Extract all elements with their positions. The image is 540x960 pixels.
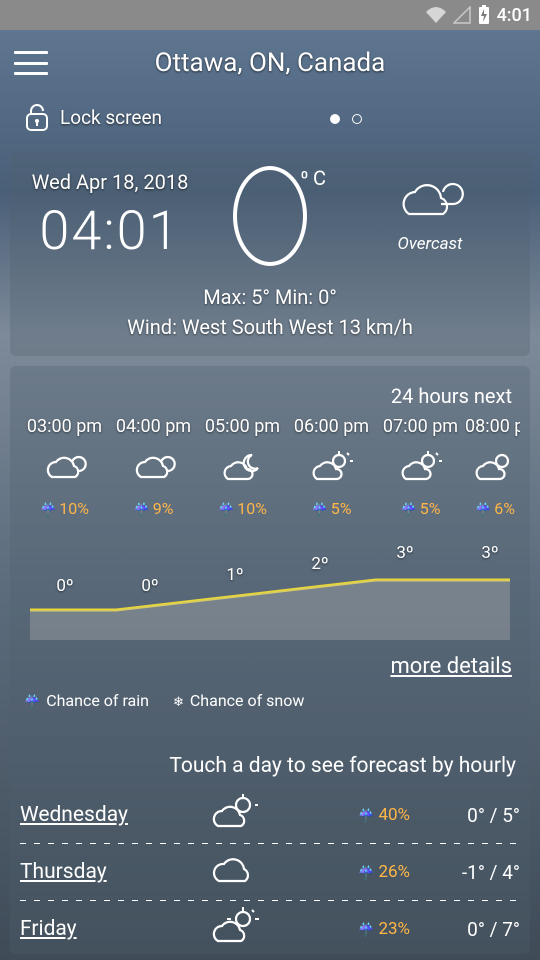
hourly-col: 04:00 pm ☔9% xyxy=(109,416,198,518)
current-temp: ⁰ C xyxy=(200,166,340,266)
lock-icon[interactable] xyxy=(24,102,50,132)
partly-cloudy-night-icon xyxy=(220,451,266,485)
day-range: 0° / 5° xyxy=(410,804,520,827)
graph-point-label: 2º xyxy=(311,554,328,574)
daily-row[interactable]: Friday ☔23% 0° / 7° xyxy=(20,904,520,954)
current-conditions-card[interactable]: Wed Apr 18, 2018 04:01 ⁰ C Overcast Max:… xyxy=(10,152,530,356)
graph-point-label: 1º xyxy=(226,565,243,585)
day-range: 0° / 7° xyxy=(410,918,520,941)
daily-row[interactable]: Thursday ☔26% -1° / 4° xyxy=(20,847,520,897)
hourly-time: 07:00 pm xyxy=(376,416,465,437)
hourly-time: 05:00 pm xyxy=(198,416,287,437)
cloud-icon xyxy=(42,453,88,483)
hourly-time: 08:00 pm xyxy=(465,416,520,437)
cloud-icon xyxy=(209,853,261,887)
hourly-col: 03:00 pm ☔10% xyxy=(20,416,109,518)
menu-icon[interactable] xyxy=(14,51,48,75)
graph-point-label: 0º xyxy=(141,576,158,596)
partly-sunny-icon xyxy=(472,451,518,485)
day-precip: ☔23% xyxy=(300,919,410,939)
day-precip: ☔26% xyxy=(300,862,410,882)
current-date: Wed Apr 18, 2018 xyxy=(20,170,200,194)
hourly-precip: ☔10% xyxy=(20,499,109,518)
status-bar: 4:01 xyxy=(0,0,540,30)
hourly-col: 05:00 pm ☔10% xyxy=(198,416,287,518)
hourly-precip: ☔6% xyxy=(465,499,520,518)
daily-forecast-card: Touch a day to see forecast by hourly We… xyxy=(10,736,530,954)
partly-sunny-icon xyxy=(209,794,261,832)
lock-screen-label[interactable]: Lock screen xyxy=(60,106,162,129)
hourly-forecast-card[interactable]: 24 hours next 03:00 pm ☔10% 04:00 pm ☔9%… xyxy=(10,366,530,726)
day-precip: ☔40% xyxy=(300,805,410,825)
hourly-header: 24 hours next xyxy=(20,380,520,416)
temp-zero-glyph xyxy=(233,166,307,266)
partly-sunny-icon xyxy=(209,907,261,947)
wind-line: Wind: West South West 13 km/h xyxy=(20,312,520,342)
hourly-legend: ☔ Chance of rain ❄ Chance of snow xyxy=(20,683,520,712)
hourly-precip: ☔10% xyxy=(198,499,287,518)
status-clock: 4:01 xyxy=(497,5,532,26)
battery-charging-icon xyxy=(477,5,491,25)
lock-screen-row: Lock screen xyxy=(0,86,540,142)
daily-row[interactable]: Wednesday ☔40% 0° / 5° xyxy=(20,790,520,840)
rain-icon: ☔ xyxy=(358,809,374,824)
cloud-icon xyxy=(131,453,177,483)
graph-point-label: 0º xyxy=(56,576,73,596)
divider xyxy=(20,843,520,844)
day-name: Friday xyxy=(20,917,170,941)
hourly-time: 03:00 pm xyxy=(20,416,109,437)
hourly-precip: ☔5% xyxy=(376,499,465,518)
day-range: -1° / 4° xyxy=(410,861,520,884)
rain-icon: ☔ xyxy=(401,503,417,518)
divider xyxy=(20,900,520,901)
temperature-graph: 0º 0º 1º 2º 3º 3º xyxy=(20,530,520,640)
rain-icon: ☔ xyxy=(475,503,491,518)
daily-header: Touch a day to see forecast by hourly xyxy=(20,750,520,790)
cell-signal-icon xyxy=(453,6,471,24)
day-name: Wednesday xyxy=(20,803,170,827)
condition-label: Overcast xyxy=(398,234,463,254)
hourly-precip: ☔5% xyxy=(287,499,376,518)
hourly-col: 08:00 pm ☔6% xyxy=(465,416,520,518)
rain-icon: ☔ xyxy=(218,503,234,518)
rain-icon: ☔ xyxy=(358,866,374,881)
page-indicator[interactable] xyxy=(172,106,520,129)
app-header: Ottawa, ON, Canada xyxy=(0,30,540,86)
rain-icon: ☔ xyxy=(312,503,328,518)
partly-sunny-icon xyxy=(398,451,444,485)
rain-icon: ☔ xyxy=(40,503,56,518)
wifi-icon xyxy=(425,6,447,24)
rain-icon: ☔ xyxy=(24,695,40,710)
graph-point-label: 3º xyxy=(481,543,498,563)
cloud-icon xyxy=(395,178,465,224)
hourly-row[interactable]: 03:00 pm ☔10% 04:00 pm ☔9% 05:00 pm ☔10%… xyxy=(20,416,520,518)
hourly-col: 06:00 pm ☔5% xyxy=(287,416,376,518)
hourly-time: 04:00 pm xyxy=(109,416,198,437)
temp-unit: ⁰ C xyxy=(301,166,326,190)
rain-icon: ☔ xyxy=(358,923,374,938)
page-dot-inactive xyxy=(352,114,362,124)
day-name: Thursday xyxy=(20,860,170,884)
hourly-col: 07:00 pm ☔5% xyxy=(376,416,465,518)
snow-icon: ❄ xyxy=(173,695,184,710)
rain-icon: ☔ xyxy=(134,503,150,518)
hourly-precip: ☔9% xyxy=(109,499,198,518)
current-clock: 04:01 xyxy=(20,200,200,263)
more-details-link[interactable]: more details xyxy=(20,644,520,683)
hourly-time: 06:00 pm xyxy=(287,416,376,437)
page-dot-active xyxy=(330,114,340,124)
location-title[interactable]: Ottawa, ON, Canada xyxy=(48,48,492,78)
partly-sunny-icon xyxy=(309,451,355,485)
legend-snow: Chance of snow xyxy=(190,691,305,710)
legend-rain: Chance of rain xyxy=(46,691,149,710)
maxmin-line: Max: 5° Min: 0° xyxy=(20,282,520,312)
graph-point-label: 3º xyxy=(396,543,413,563)
